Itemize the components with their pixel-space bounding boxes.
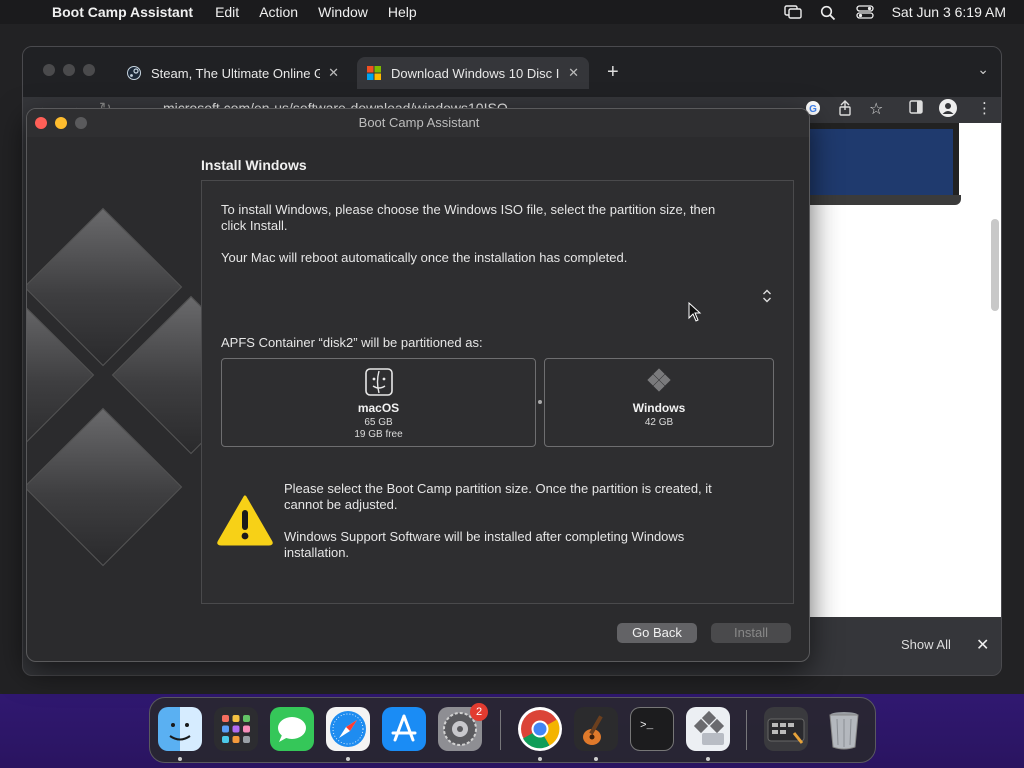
show-all-downloads-button[interactable]: Show All xyxy=(901,637,951,652)
warning-text-line-2: cannot be adjusted. xyxy=(284,497,398,512)
messages-dock-icon[interactable] xyxy=(270,707,314,751)
tab-close-icon[interactable]: ✕ xyxy=(328,65,339,81)
windows-name: Windows xyxy=(632,401,686,415)
warning-text-line-1: Please select the Boot Camp partition si… xyxy=(284,481,712,496)
tab-steam[interactable]: Steam, The Ultimate Online Ga ✕ xyxy=(117,57,349,89)
browser-maximize-button[interactable] xyxy=(83,64,95,76)
support-text-line-2: installation. xyxy=(284,545,350,560)
macos-name: macOS xyxy=(357,401,400,415)
download-bar-close-icon[interactable]: ✕ xyxy=(976,635,989,655)
window-minimize-button[interactable] xyxy=(55,117,67,129)
garageband-dock-icon[interactable] xyxy=(574,707,618,751)
bootcamp-running-indicator xyxy=(706,757,710,761)
menu-app-name[interactable]: Boot Camp Assistant xyxy=(52,4,193,20)
macos-partition[interactable]: macOS 65 GB 19 GB free xyxy=(221,358,536,447)
trash-dock-icon[interactable] xyxy=(822,707,866,751)
terminal-dock-icon[interactable]: >_ xyxy=(630,707,674,751)
page-title: Install Windows xyxy=(201,157,307,173)
bookmark-star-icon[interactable]: ☆ xyxy=(869,99,883,119)
macos-size: 65 GB xyxy=(364,417,393,428)
garageband-running-indicator xyxy=(594,757,598,761)
safari-running-indicator xyxy=(346,757,350,761)
menubar-clock[interactable]: Sat Jun 3 6:19 AM xyxy=(892,4,1006,20)
tab-windows-download[interactable]: Download Windows 10 Disc Ima ✕ xyxy=(357,57,589,89)
window-title: Boot Camp Assistant xyxy=(27,109,809,137)
page-scrollbar[interactable] xyxy=(991,219,999,311)
reboot-text: Your Mac will reboot automatically once … xyxy=(221,250,628,265)
spotlight-search-icon[interactable] xyxy=(820,5,838,21)
intro-text-line-2: click Install. xyxy=(221,218,288,233)
dock-separator xyxy=(500,710,501,750)
mouse-cursor-icon xyxy=(688,301,702,322)
tab-search-chevron-icon[interactable]: ⌄ xyxy=(977,61,989,78)
menu-action[interactable]: Action xyxy=(259,4,298,20)
browser-tab-bar: Steam, The Ultimate Online Ga ✕ Download… xyxy=(23,47,1001,97)
share-icon[interactable] xyxy=(838,100,852,121)
kebab-menu-icon[interactable]: ⋮ xyxy=(977,99,992,117)
app-store-dock-icon[interactable] xyxy=(382,707,426,751)
svg-text:>_: >_ xyxy=(640,720,654,732)
install-button[interactable]: Install xyxy=(711,623,791,643)
menu-edit[interactable]: Edit xyxy=(215,4,239,20)
go-back-button[interactable]: Go Back xyxy=(617,623,697,643)
downloads-stack-dock-icon[interactable] xyxy=(764,707,808,751)
bootcamp-dock-icon[interactable] xyxy=(686,707,730,751)
control-center-icon[interactable] xyxy=(855,5,874,19)
dock-separator xyxy=(746,710,747,750)
dock: 2 >_ xyxy=(149,697,876,763)
menubar: Boot Camp Assistant Edit Action Window H… xyxy=(0,0,1024,24)
profile-avatar-icon[interactable] xyxy=(939,99,957,122)
window-maximize-button[interactable] xyxy=(75,117,87,129)
side-panel-icon[interactable] xyxy=(909,100,923,119)
finder-running-indicator xyxy=(178,757,182,761)
popup-arrows-icon[interactable] xyxy=(762,289,772,304)
chrome-running-indicator xyxy=(538,757,542,761)
warning-icon xyxy=(216,494,274,546)
tab-close-icon[interactable]: ✕ xyxy=(568,65,579,81)
launchpad-dock-icon[interactable] xyxy=(214,707,258,751)
windows-partition[interactable]: Windows 42 GB xyxy=(544,358,774,447)
menu-help[interactable]: Help xyxy=(388,4,417,20)
window-close-button[interactable] xyxy=(35,117,47,129)
microsoft-logo-icon xyxy=(367,66,381,80)
tab-title: Download Windows 10 Disc Ima xyxy=(391,65,561,81)
macos-free: 19 GB free xyxy=(354,429,403,440)
svg-text:G: G xyxy=(809,104,817,115)
laptop-base-image xyxy=(809,195,961,205)
new-tab-button[interactable]: + xyxy=(607,61,619,84)
bootcamp-window: Boot Camp Assistant Install Windows To i… xyxy=(26,108,810,662)
finder-dock-icon[interactable] xyxy=(158,707,202,751)
intro-text-line-1: To install Windows, please choose the Wi… xyxy=(221,202,716,217)
screen-mirroring-icon[interactable] xyxy=(783,5,802,19)
install-panel: To install Windows, please choose the Wi… xyxy=(201,180,794,604)
partition-divider-handle[interactable] xyxy=(538,400,542,404)
menu-window[interactable]: Window xyxy=(318,4,368,20)
safari-dock-icon[interactable] xyxy=(326,707,370,751)
notification-badge: 2 xyxy=(470,703,488,721)
partition-label: APFS Container “disk2” will be partition… xyxy=(221,335,483,350)
browser-minimize-button[interactable] xyxy=(63,64,75,76)
bootcamp-small-icon xyxy=(545,368,773,401)
windows-size: 42 GB xyxy=(644,417,674,428)
chrome-dock-icon[interactable] xyxy=(518,707,562,751)
support-text-line-1: Windows Support Software will be install… xyxy=(284,529,685,544)
steam-icon xyxy=(127,66,141,80)
browser-close-button[interactable] xyxy=(43,64,55,76)
finder-icon xyxy=(222,368,535,401)
laptop-image xyxy=(809,123,959,203)
tab-title: Steam, The Ultimate Online Ga xyxy=(151,65,321,81)
